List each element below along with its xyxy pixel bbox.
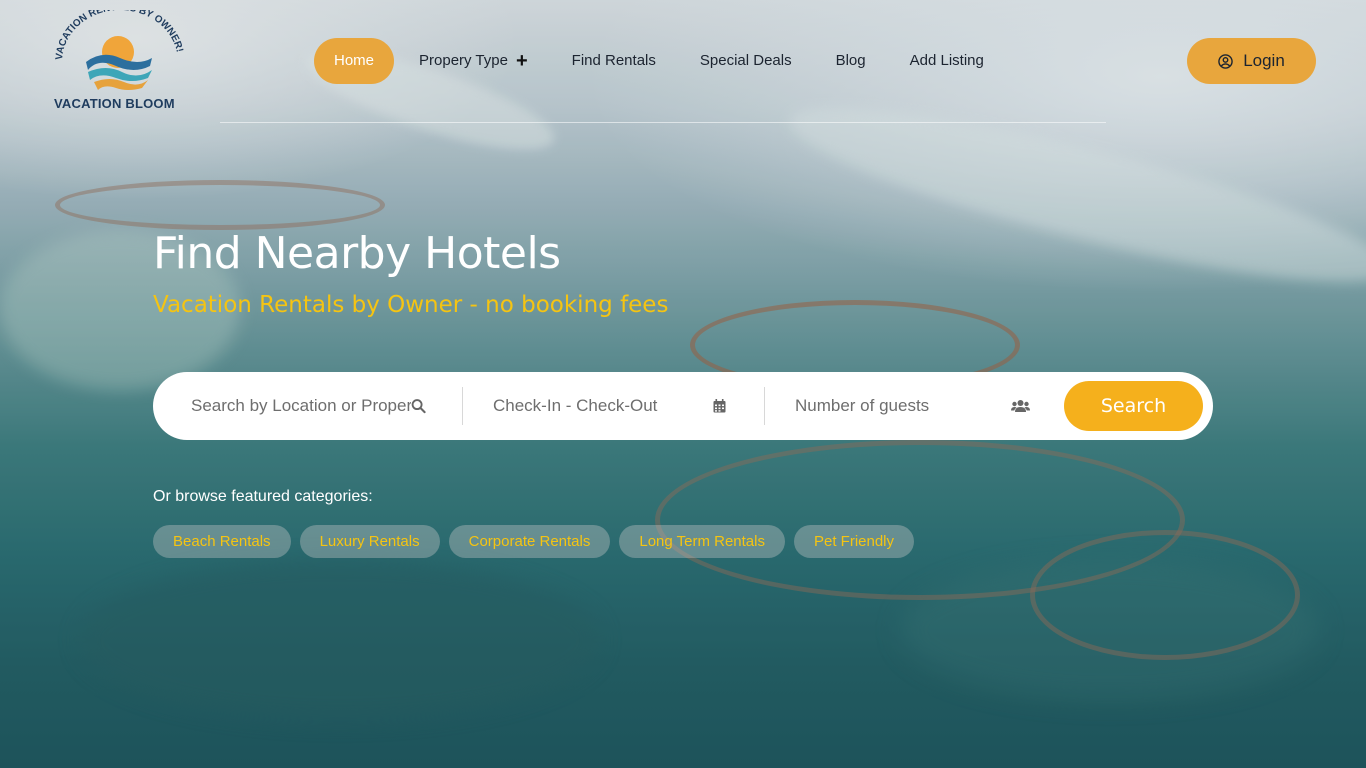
location-search-input[interactable] <box>191 396 411 416</box>
site-logo[interactable]: VACATION RENTALS BY OWNER! VACATION BLOO… <box>50 10 190 115</box>
hero-subtitle: Vacation Rentals by Owner - no booking f… <box>153 292 669 318</box>
guests-field <box>765 372 1065 440</box>
category-chips: Beach Rentals Luxury Rentals Corporate R… <box>153 525 923 558</box>
check-in-check-out-input[interactable] <box>493 396 703 416</box>
login-button[interactable]: Login <box>1187 38 1316 84</box>
users-icon <box>1011 400 1030 412</box>
hero-title: Find Nearby Hotels <box>153 228 561 279</box>
logo-emblem: VACATION RENTALS BY OWNER! <box>54 10 185 90</box>
guests-input[interactable] <box>795 396 995 416</box>
nav-property-type[interactable]: Propery Type + <box>397 38 550 84</box>
category-chip-pet-friendly[interactable]: Pet Friendly <box>793 525 915 558</box>
wave-icon <box>94 79 148 90</box>
nav-special-deals[interactable]: Special Deals <box>678 38 814 84</box>
login-label: Login <box>1243 51 1285 70</box>
nav-find-rentals[interactable]: Find Rentals <box>550 38 678 84</box>
search-icon <box>411 399 426 414</box>
search-bar: Search <box>153 372 1213 440</box>
header-divider <box>220 122 1106 123</box>
logo-name: VACATION BLOOM <box>54 96 175 111</box>
wave-icon <box>88 68 152 81</box>
main-navigation: Home Propery Type + Find Rentals Special… <box>314 38 1006 84</box>
nav-blog[interactable]: Blog <box>814 38 888 84</box>
category-chip-luxury-rentals[interactable]: Luxury Rentals <box>299 525 440 558</box>
user-circle-icon <box>1218 53 1233 69</box>
dates-field <box>463 372 764 440</box>
nav-home[interactable]: Home <box>314 38 395 84</box>
nav-add-listing[interactable]: Add Listing <box>888 38 1006 84</box>
category-chip-beach-rentals[interactable]: Beach Rentals <box>153 525 291 558</box>
location-field <box>153 372 462 440</box>
plus-icon: + <box>515 50 528 72</box>
search-button[interactable]: Search <box>1064 381 1203 431</box>
calendar-icon <box>713 399 726 413</box>
category-chip-corporate-rentals[interactable]: Corporate Rentals <box>448 525 611 558</box>
nav-property-type-label: Propery Type <box>419 52 508 69</box>
category-chip-long-term-rentals[interactable]: Long Term Rentals <box>619 525 785 558</box>
browse-categories-label: Or browse featured categories: <box>153 488 373 505</box>
